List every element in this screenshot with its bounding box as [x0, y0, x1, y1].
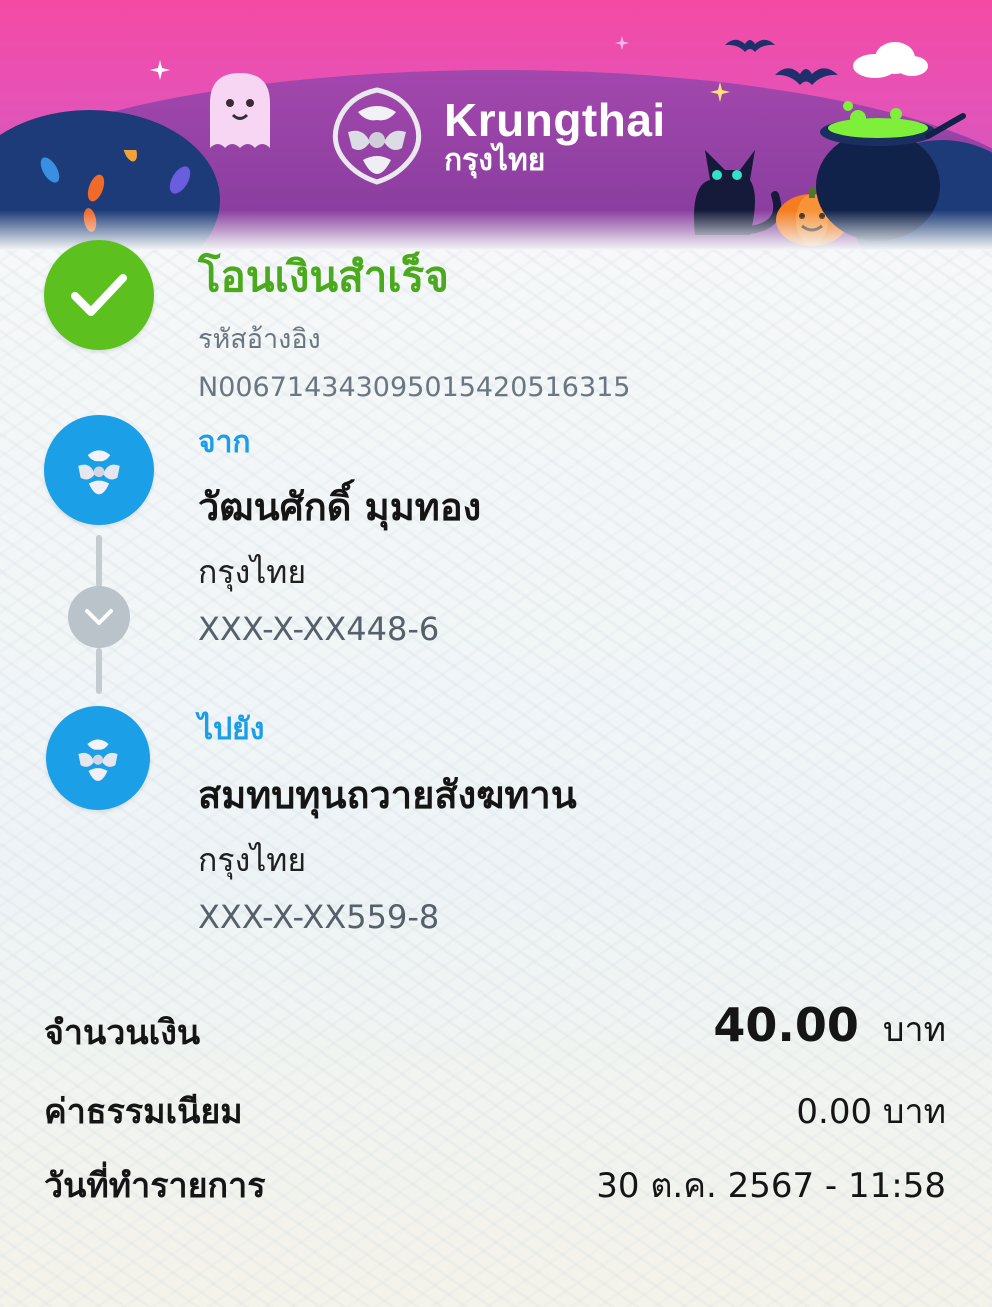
- ghost-icon: [210, 73, 270, 148]
- fee-label: ค่าธรรมเนียม: [44, 1092, 243, 1132]
- krungthai-logo-icon: [78, 450, 120, 495]
- date-label: วันที่ทำรายการ: [44, 1166, 266, 1206]
- to-bank-avatar: [46, 706, 150, 810]
- transfer-status-title: โอนเงินสำเร็จ: [198, 252, 449, 301]
- bats-icon: [725, 39, 838, 85]
- banner-fade: [0, 210, 992, 250]
- amount-value: 40.00: [713, 998, 859, 1052]
- from-bank-name: กรุงไทย: [198, 553, 307, 591]
- fee-value: 0.00 บาท: [796, 1092, 946, 1132]
- brand-logo-group: Krungthai กรุงไทย: [318, 82, 666, 192]
- to-label: ไปยัง: [198, 712, 265, 747]
- sparkle-icon: [150, 60, 170, 80]
- flow-connector: [96, 535, 102, 587]
- to-account-number: XXX-X-XX559-8: [198, 898, 440, 936]
- cloud-icon: [853, 42, 928, 78]
- from-label: จาก: [198, 425, 251, 460]
- chevron-down-icon: [68, 586, 130, 648]
- reference-value: N006714343095015420516315: [198, 372, 631, 403]
- sparkle-icon: [615, 36, 629, 50]
- brand-name-en: Krungthai: [444, 94, 666, 146]
- amount-row: 40.00 บาท: [713, 1002, 946, 1053]
- krungthai-phoenix-logo-icon: [318, 82, 436, 192]
- header-banner: Krungthai กรุงไทย: [0, 0, 992, 250]
- flow-connector: [96, 648, 102, 694]
- to-bank-name: กรุงไทย: [198, 841, 307, 879]
- brand-name-th: กรุงไทย: [444, 143, 546, 178]
- from-account-name: วัฒนศักดิ์ มุมทอง: [198, 485, 482, 529]
- krungthai-logo-icon: [78, 739, 118, 781]
- amount-label: จำนวนเงิน: [44, 1013, 201, 1053]
- success-check-icon: [44, 240, 154, 350]
- from-bank-avatar: [44, 415, 154, 525]
- date-value: 30 ต.ค. 2567 - 11:58: [596, 1166, 946, 1206]
- to-account-name: สมทบทุนถวายสังฆทาน: [198, 773, 577, 817]
- reference-label: รหัสอ้างอิง: [198, 324, 321, 355]
- amount-unit: บาท: [882, 1010, 946, 1050]
- from-account-number: XXX-X-XX448-6: [198, 610, 440, 648]
